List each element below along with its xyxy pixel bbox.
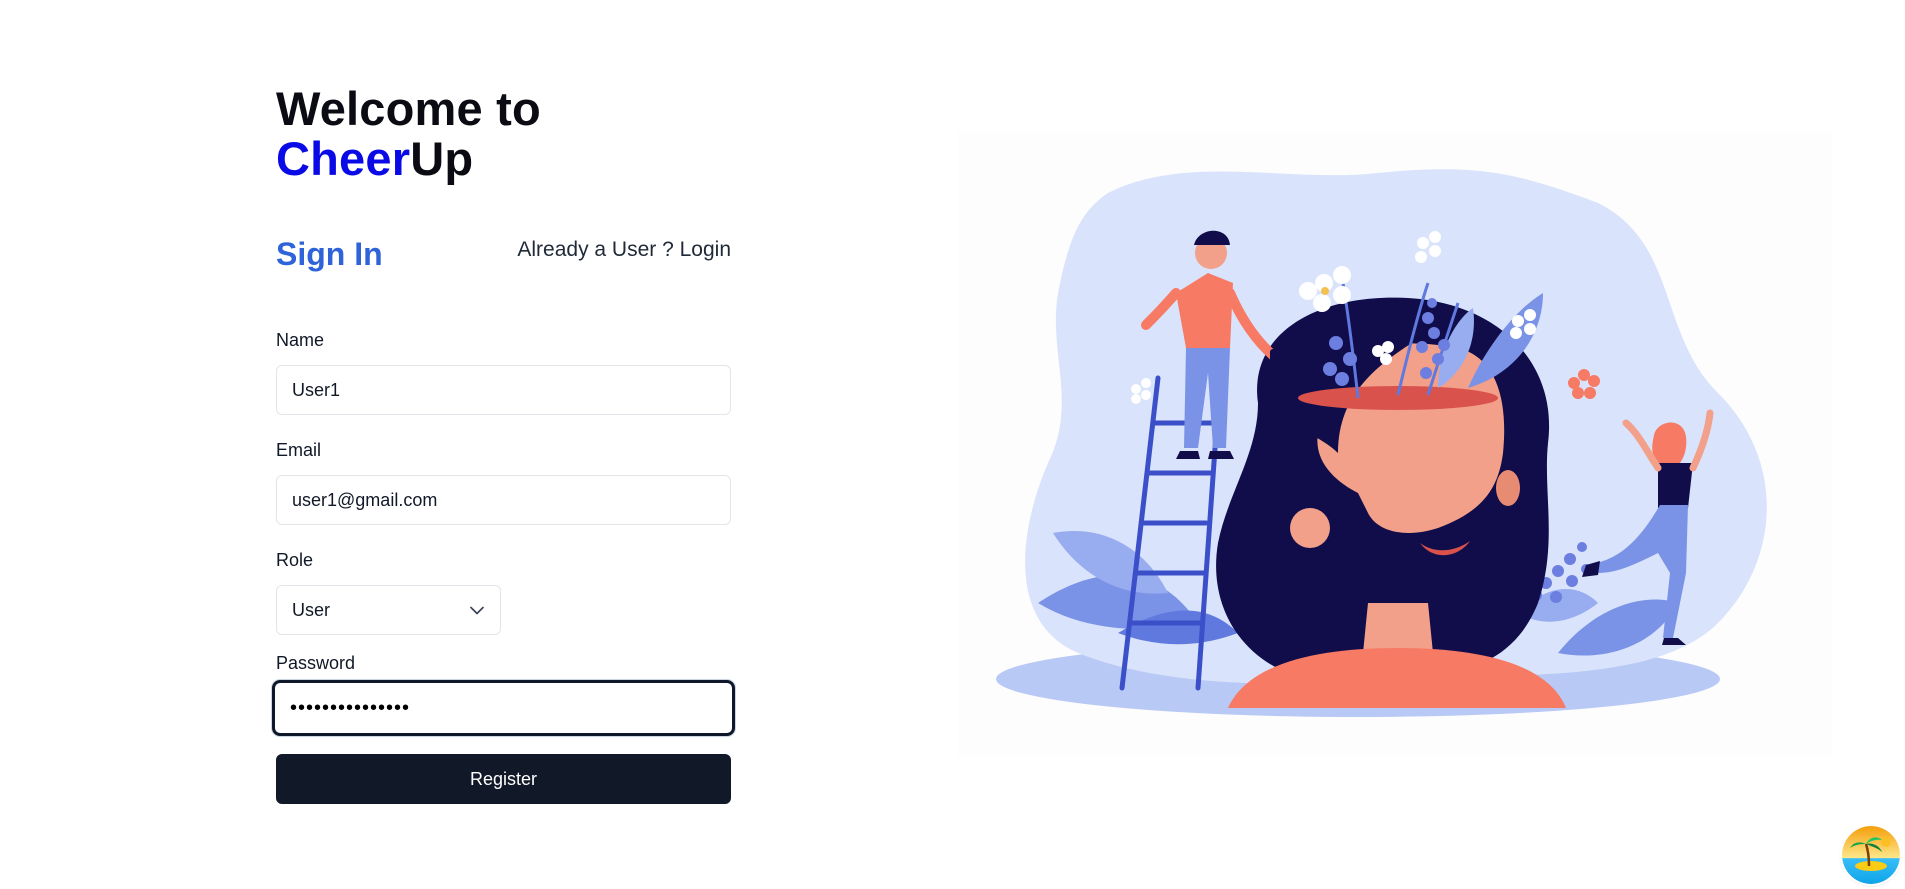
- brand-name: CheerUp: [276, 134, 541, 184]
- login-link[interactable]: Already a User ? Login: [517, 238, 731, 262]
- role-select-value: User: [292, 599, 331, 620]
- welcome-line: Welcome to: [276, 82, 541, 135]
- register-button[interactable]: Register: [276, 754, 731, 804]
- name-input[interactable]: [276, 365, 731, 415]
- role-select[interactable]: User: [276, 585, 501, 635]
- register-page: Welcome to CheerUp Sign In Already a Use…: [0, 0, 1905, 889]
- illustration-art: [996, 169, 1767, 717]
- password-masked-value: •••••••••••••••: [290, 696, 411, 719]
- email-label: Email: [276, 440, 322, 460]
- brand-name-part2: Up: [410, 132, 474, 185]
- password-input[interactable]: •••••••••••••••: [272, 680, 735, 736]
- name-label: Name: [276, 330, 325, 350]
- hero-illustration: [958, 133, 1832, 755]
- role-label: Role: [276, 550, 314, 570]
- brand-name-part1: Cheer: [276, 132, 411, 185]
- password-label: Password: [276, 653, 356, 673]
- email-input[interactable]: [276, 475, 731, 525]
- palm-island-icon[interactable]: [1842, 826, 1900, 884]
- chevron-down-icon: [470, 603, 484, 617]
- welcome-heading: Welcome to CheerUp: [276, 84, 541, 184]
- form-title: Sign In: [276, 236, 383, 272]
